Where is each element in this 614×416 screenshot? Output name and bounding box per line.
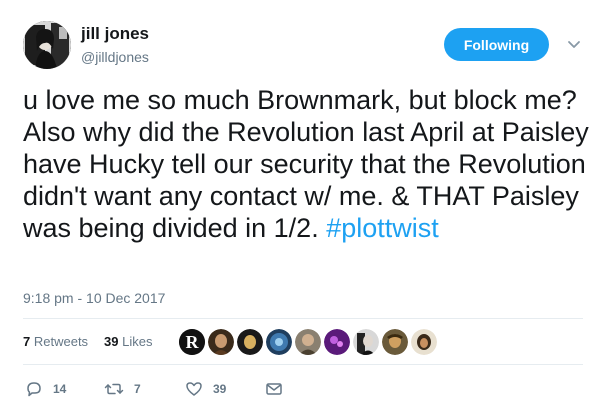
likers-avatars: R <box>179 329 440 355</box>
hashtag-link[interactable]: #plottwist <box>326 213 439 243</box>
retweets-stat[interactable]: 7 Retweets <box>23 334 88 350</box>
retweet-count: 7 <box>134 382 141 396</box>
liker-avatar[interactable] <box>266 329 292 355</box>
liker-avatar[interactable]: R <box>179 329 205 355</box>
direct-message-action[interactable] <box>265 380 283 398</box>
liker-avatar[interactable] <box>353 329 379 355</box>
user-avatar[interactable] <box>23 21 71 69</box>
reply-count: 14 <box>53 382 67 396</box>
retweets-label: Retweets <box>33 334 89 349</box>
likes-stat[interactable]: 39 Likes <box>104 334 152 350</box>
reply-action[interactable]: 14 <box>25 380 66 398</box>
reply-icon <box>27 382 41 397</box>
tweet-body: u love me so much Brownmark, but block m… <box>23 85 589 243</box>
tweet-text: u love me so much Brownmark, but block m… <box>23 84 593 244</box>
liker-avatar[interactable] <box>382 329 408 355</box>
following-button[interactable]: Following <box>444 28 549 61</box>
like-action[interactable]: 39 <box>185 380 226 398</box>
chevron-down-icon[interactable] <box>566 36 582 52</box>
envelope-icon <box>266 383 282 395</box>
heart-icon <box>186 382 202 396</box>
divider <box>23 364 583 365</box>
divider <box>23 318 583 319</box>
liker-avatar[interactable] <box>411 329 437 355</box>
retweet-action[interactable]: 7 <box>104 380 141 398</box>
user-handle[interactable]: @jilldjones <box>81 48 149 66</box>
tweet-timestamp[interactable]: 9:18 pm - 10 Dec 2017 <box>23 289 165 307</box>
likes-label: Likes <box>122 334 153 349</box>
liker-initial: R <box>186 332 200 352</box>
retweets-count: 7 <box>23 334 31 349</box>
display-name[interactable]: jill jones <box>81 24 149 44</box>
likes-count: 39 <box>104 334 119 349</box>
liker-avatar[interactable] <box>208 329 234 355</box>
liker-avatar[interactable] <box>324 329 350 355</box>
liker-avatar[interactable] <box>295 329 321 355</box>
tweet-card: jill jones @jilldjones Following u love … <box>0 0 614 416</box>
like-count: 39 <box>213 382 227 396</box>
profile-photo-icon <box>23 21 71 69</box>
liker-avatar[interactable] <box>237 329 263 355</box>
retweet-icon <box>104 383 124 395</box>
